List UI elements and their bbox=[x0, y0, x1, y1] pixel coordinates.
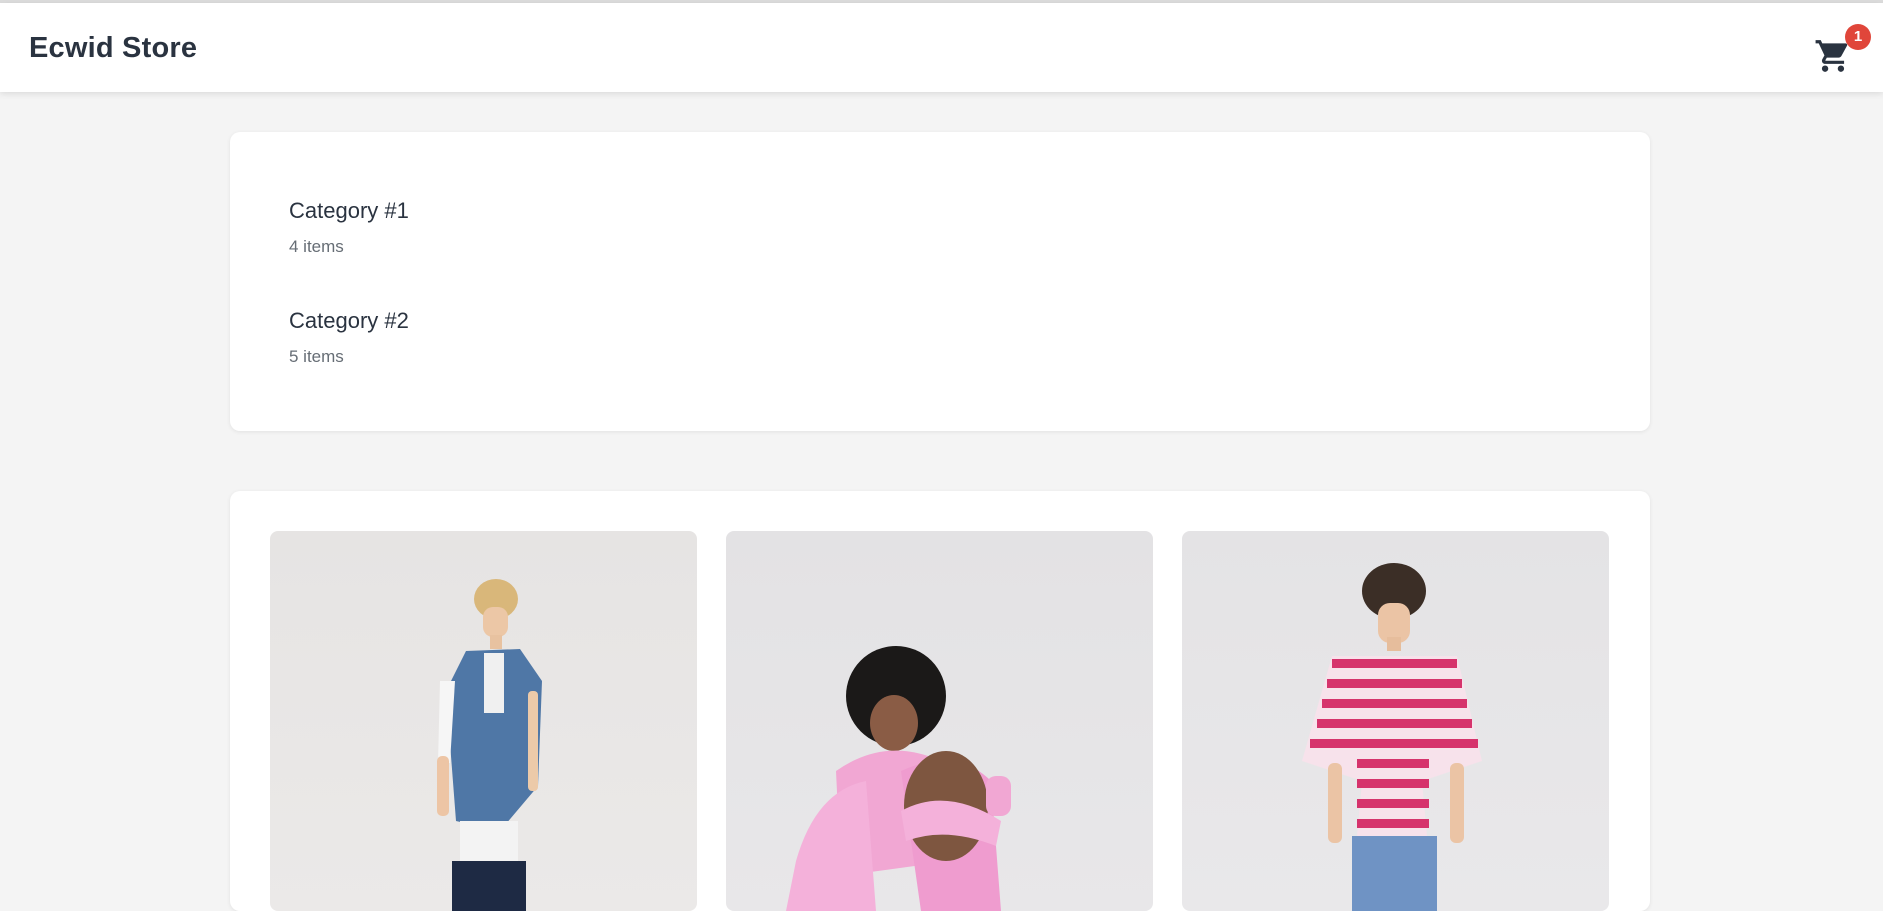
store-title[interactable]: Ecwid Store bbox=[29, 32, 197, 65]
category-name[interactable]: Category #2 bbox=[289, 308, 409, 334]
category-count: 5 items bbox=[289, 347, 344, 366]
product-image bbox=[437, 579, 542, 911]
products-card bbox=[230, 491, 1650, 911]
categories-card: Category #1 4 items Category #2 5 items bbox=[230, 132, 1650, 431]
product-image bbox=[1302, 563, 1482, 911]
product-tile[interactable] bbox=[1182, 531, 1609, 911]
category-item[interactable]: Category #1 4 items bbox=[289, 198, 409, 257]
category-count: 4 items bbox=[289, 237, 344, 256]
product-tile[interactable] bbox=[726, 531, 1153, 911]
product-tile[interactable] bbox=[270, 531, 697, 911]
cart-count-badge: 1 bbox=[1845, 24, 1871, 50]
product-image bbox=[786, 646, 1011, 911]
store-header: Ecwid Store bbox=[0, 3, 1883, 92]
category-name[interactable]: Category #1 bbox=[289, 198, 409, 224]
category-item[interactable]: Category #2 5 items bbox=[289, 308, 409, 367]
